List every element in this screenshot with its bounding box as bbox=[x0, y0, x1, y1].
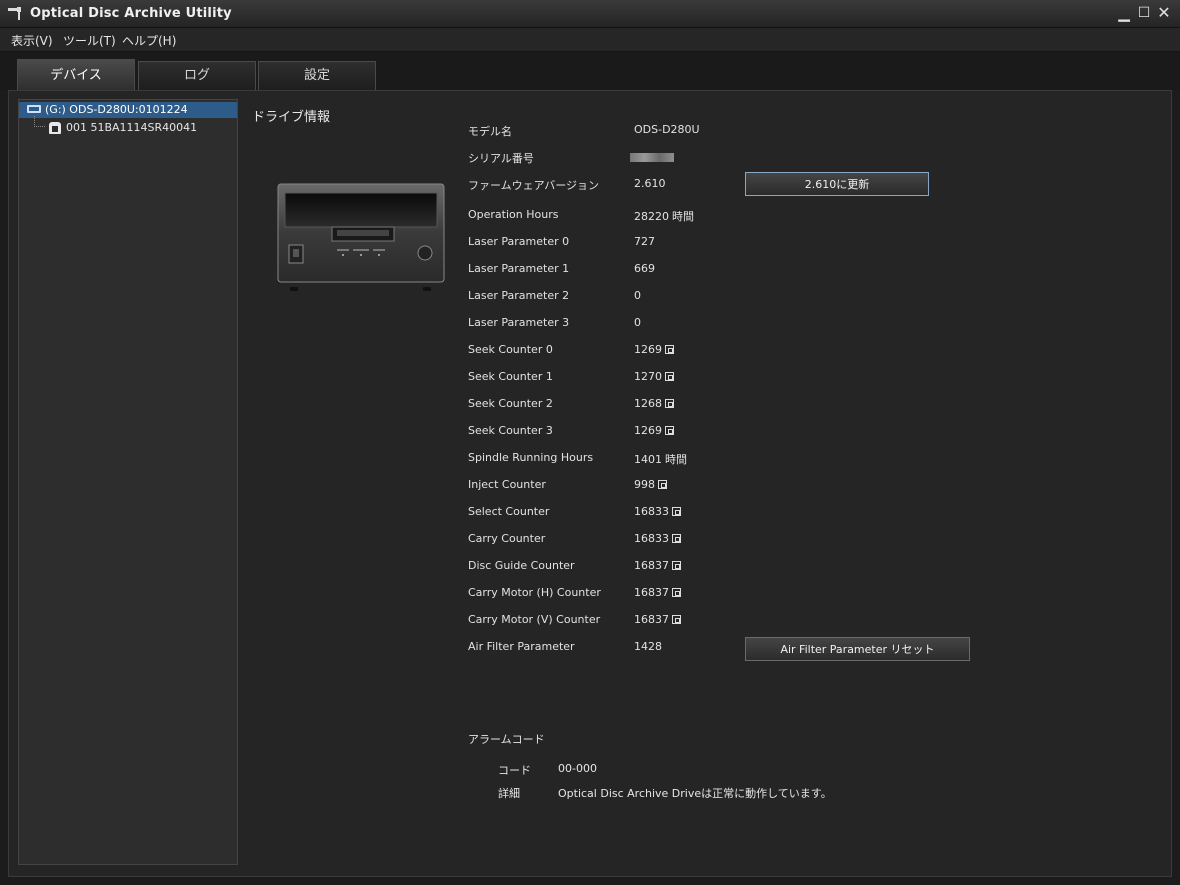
tree-item-cartridge[interactable]: 001 51BA1114SR40041 bbox=[49, 120, 197, 136]
label-seek-1: Seek Counter 1 bbox=[468, 370, 553, 383]
value-disc-guide-counter: 16837 bbox=[634, 559, 681, 572]
tree-item-drive[interactable]: (G:) ODS-D280U:0101224 bbox=[19, 102, 237, 118]
value-inject-counter: 998 bbox=[634, 478, 667, 491]
count-unit-icon bbox=[672, 506, 681, 516]
value-serial-masked bbox=[630, 150, 674, 163]
maximize-button[interactable]: ☐ bbox=[1134, 3, 1154, 23]
section-title: ドライブ情報 bbox=[252, 110, 331, 125]
label-carry-motor-h: Carry Motor (H) Counter bbox=[468, 586, 601, 599]
tab-bar: デバイス ログ 設定 bbox=[0, 52, 1180, 90]
value-laser-1: 669 bbox=[634, 262, 655, 275]
air-filter-reset-button[interactable]: Air Filter Parameter リセット bbox=[745, 637, 970, 661]
firmware-update-button[interactable]: 2.610に更新 bbox=[745, 172, 929, 196]
menu-bar: 表示(V) ツール(T) ヘルプ(H) bbox=[0, 28, 1180, 52]
value-laser-0: 727 bbox=[634, 235, 655, 248]
value-laser-3: 0 bbox=[634, 316, 641, 329]
tree-connector bbox=[34, 116, 45, 127]
drive-foot bbox=[290, 287, 298, 291]
label-operation-hours: Operation Hours bbox=[468, 208, 559, 221]
label-spindle-hours: Spindle Running Hours bbox=[468, 451, 594, 464]
menu-tools[interactable]: ツール(T) bbox=[63, 32, 116, 49]
title-bar: Optical Disc Archive Utility ▁ ☐ ✕ bbox=[0, 0, 1180, 28]
value-carry-motor-h: 16837 bbox=[634, 586, 681, 599]
drive-icon bbox=[27, 105, 41, 113]
value-air-filter: 1428 bbox=[634, 640, 662, 653]
value-select-counter: 16833 bbox=[634, 505, 681, 518]
value-seek-0: 1269 bbox=[634, 343, 674, 356]
app-icon bbox=[8, 7, 21, 20]
value-model: ODS-D280U bbox=[634, 123, 700, 136]
label-laser-1: Laser Parameter 1 bbox=[468, 262, 570, 275]
alarm-detail-value: Optical Disc Archive Driveは正常に動作しています。 bbox=[558, 787, 832, 800]
label-inject-counter: Inject Counter bbox=[468, 478, 546, 491]
label-seek-2: Seek Counter 2 bbox=[468, 397, 553, 410]
drive-image bbox=[277, 183, 445, 283]
menu-view[interactable]: 表示(V) bbox=[11, 32, 53, 49]
label-seek-3: Seek Counter 3 bbox=[468, 424, 553, 437]
tab-settings[interactable]: 設定 bbox=[258, 61, 376, 90]
label-carry-motor-v: Carry Motor (V) Counter bbox=[468, 613, 601, 626]
count-unit-icon bbox=[672, 560, 681, 570]
label-select-counter: Select Counter bbox=[468, 505, 550, 518]
count-unit-icon bbox=[665, 344, 674, 354]
alarm-title: アラームコード bbox=[468, 733, 545, 746]
label-seek-0: Seek Counter 0 bbox=[468, 343, 553, 356]
label-model: モデル名 bbox=[468, 125, 512, 138]
value-seek-2: 1268 bbox=[634, 397, 674, 410]
label-air-filter: Air Filter Parameter bbox=[468, 640, 575, 653]
drive-foot bbox=[423, 287, 431, 291]
label-laser-3: Laser Parameter 3 bbox=[468, 316, 570, 329]
tree-drive-label: (G:) ODS-D280U:0101224 bbox=[45, 103, 188, 116]
close-button[interactable]: ✕ bbox=[1154, 3, 1174, 23]
alarm-code-label: コード bbox=[498, 764, 531, 777]
alarm-detail-label: 詳細 bbox=[498, 787, 520, 800]
value-seek-1: 1270 bbox=[634, 370, 674, 383]
value-operation-hours: 28220 時間 bbox=[634, 210, 694, 223]
minimize-button[interactable]: ▁ bbox=[1114, 3, 1134, 23]
value-carry-motor-v: 16837 bbox=[634, 613, 681, 626]
count-unit-icon bbox=[672, 533, 681, 543]
label-firmware: ファームウェアバージョン bbox=[468, 179, 600, 192]
count-unit-icon bbox=[665, 398, 674, 408]
device-tree: (G:) ODS-D280U:0101224 001 51BA1114SR400… bbox=[18, 99, 238, 865]
label-carry-counter: Carry Counter bbox=[468, 532, 546, 545]
count-unit-icon bbox=[665, 371, 674, 381]
tab-device[interactable]: デバイス bbox=[17, 59, 135, 90]
value-spindle-hours: 1401 時間 bbox=[634, 453, 687, 466]
value-firmware: 2.610 bbox=[634, 177, 666, 190]
value-laser-2: 0 bbox=[634, 289, 641, 302]
count-unit-icon bbox=[665, 425, 674, 435]
count-unit-icon bbox=[658, 479, 667, 489]
tab-log[interactable]: ログ bbox=[138, 61, 256, 90]
label-serial: シリアル番号 bbox=[468, 152, 534, 165]
cartridge-icon bbox=[49, 122, 61, 134]
menu-help[interactable]: ヘルプ(H) bbox=[122, 32, 176, 49]
count-unit-icon bbox=[672, 587, 681, 597]
count-unit-icon bbox=[672, 614, 681, 624]
alarm-code-value: 00-000 bbox=[558, 762, 597, 775]
value-carry-counter: 16833 bbox=[634, 532, 681, 545]
value-seek-3: 1269 bbox=[634, 424, 674, 437]
label-disc-guide-counter: Disc Guide Counter bbox=[468, 559, 575, 572]
label-laser-2: Laser Parameter 2 bbox=[468, 289, 570, 302]
window-title: Optical Disc Archive Utility bbox=[30, 6, 232, 21]
tree-cartridge-label: 001 51BA1114SR40041 bbox=[66, 121, 198, 134]
label-laser-0: Laser Parameter 0 bbox=[468, 235, 570, 248]
